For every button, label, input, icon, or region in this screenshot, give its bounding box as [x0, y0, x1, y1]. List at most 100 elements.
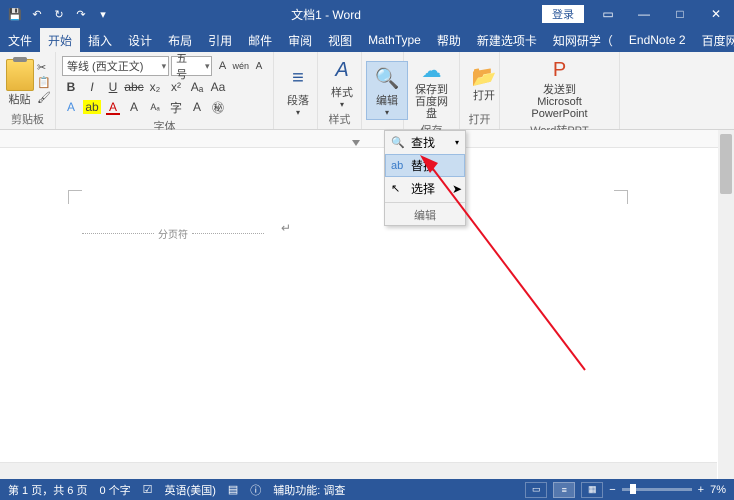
bold-button[interactable]: B	[62, 78, 80, 96]
save-baidu-button[interactable]: ☁ 保存到百度网盘	[408, 54, 455, 122]
menu-group-label: 编辑	[385, 205, 465, 225]
qat-more-icon[interactable]: ▾	[96, 7, 110, 21]
zoom-out-button[interactable]: −	[609, 484, 615, 496]
group-save: ☁ 保存到百度网盘 保存	[404, 52, 460, 129]
maximize-icon[interactable]: □	[662, 0, 698, 28]
italic-button[interactable]: I	[83, 78, 101, 96]
font-color-icon[interactable]: A	[104, 98, 122, 116]
status-proofing-icon[interactable]: ☑	[143, 483, 153, 496]
tab-review[interactable]: 审阅	[280, 28, 320, 52]
minimize-icon[interactable]: —	[626, 0, 662, 28]
tab-mathtype[interactable]: MathType	[360, 28, 429, 52]
cursor-pointer-icon: ➤	[452, 182, 462, 196]
copy-icon[interactable]: 📋	[37, 76, 51, 89]
highlight-icon[interactable]: ab	[83, 98, 101, 116]
window-title: 文档1 - Word	[110, 6, 542, 23]
editing-dropdown: 🔍 查找 ▾ ab 替换 ↖ 选择 ➤ 编辑	[384, 130, 466, 226]
scroll-thumb[interactable]	[720, 134, 732, 194]
zoom-slider[interactable]	[622, 488, 692, 491]
styles-button[interactable]: A 样式 ▾	[322, 54, 362, 111]
tab-file[interactable]: 文件	[0, 28, 40, 52]
status-a11y[interactable]: 辅助功能: 调查	[273, 482, 345, 498]
cut-icon[interactable]: ✂	[37, 61, 51, 74]
tab-help[interactable]: 帮助	[429, 28, 469, 52]
enclose-char-icon[interactable]: 字	[167, 98, 185, 116]
chevron-down-icon: ▾	[455, 138, 459, 147]
tab-view[interactable]: 视图	[320, 28, 360, 52]
view-web-button[interactable]: ▦	[581, 482, 603, 498]
tab-insert[interactable]: 插入	[80, 28, 120, 52]
cursor-icon: ↖	[391, 182, 405, 195]
paste-button[interactable]: 粘贴	[4, 59, 35, 107]
grow-font-icon[interactable]: A	[214, 56, 230, 76]
ribbon-options-icon[interactable]: ▭	[590, 0, 626, 28]
underline-button[interactable]: U	[104, 78, 122, 96]
powerpoint-icon: P	[546, 56, 574, 84]
menu-replace-label: 替换	[411, 157, 435, 174]
zoom-in-button[interactable]: +	[698, 484, 704, 496]
horizontal-scrollbar[interactable]	[0, 462, 717, 479]
status-macro-icon[interactable]: ▤	[228, 483, 238, 496]
open-group-label: 打开	[464, 111, 495, 129]
titlebar: 💾 ↶ ↻ ↷ ▾ 文档1 - Word 登录 ▭ — □ ✕	[0, 0, 734, 28]
circled-char-icon[interactable]: ㊙	[209, 98, 227, 116]
page[interactable]: 分页符 ↵	[68, 148, 608, 479]
view-read-button[interactable]: ▭	[525, 482, 547, 498]
login-button[interactable]: 登录	[542, 5, 584, 23]
change-case-icon[interactable]: Aa	[209, 78, 227, 96]
tab-home[interactable]: 开始	[40, 28, 80, 52]
tab-layout[interactable]: 布局	[160, 28, 200, 52]
document-area[interactable]: 分页符 ↵	[0, 130, 734, 479]
status-lang[interactable]: 英语(美国)	[165, 482, 216, 498]
subscript-button[interactable]: x₂	[146, 78, 164, 96]
shrink-font-icon[interactable]: A	[251, 56, 267, 76]
menu-replace[interactable]: ab 替换	[385, 154, 465, 177]
menu-find[interactable]: 🔍 查找 ▾	[385, 131, 465, 154]
ruler[interactable]	[0, 130, 734, 148]
status-page[interactable]: 第 1 页，共 6 页	[8, 482, 87, 498]
cloud-icon: ☁	[418, 56, 446, 84]
editing-label: 编辑	[376, 92, 398, 108]
undo-icon[interactable]: ↶	[30, 7, 44, 21]
tab-mailings[interactable]: 邮件	[240, 28, 280, 52]
tab-references[interactable]: 引用	[200, 28, 240, 52]
zoom-thumb[interactable]	[630, 484, 636, 494]
paragraph-icon: ≡	[284, 64, 312, 92]
find-icon: 🔍	[373, 64, 401, 92]
char-scaling-icon[interactable]: A	[188, 98, 206, 116]
open-button[interactable]: 📂 打开	[464, 60, 504, 104]
menu-select-label: 选择	[411, 180, 435, 197]
autosave-icon[interactable]: 💾	[8, 7, 22, 21]
send-ppt-button[interactable]: P 发送到 Microsoft PowerPoint	[504, 54, 615, 122]
editing-button[interactable]: 🔍 编辑 ▾	[366, 61, 408, 120]
font-size-combo[interactable]: 五号	[171, 56, 212, 76]
text-effects-icon[interactable]: A	[62, 98, 80, 116]
group-open: 📂 打开 打开	[460, 52, 500, 129]
status-words[interactable]: 0 个字	[99, 482, 130, 498]
close-icon[interactable]: ✕	[698, 0, 734, 28]
char-border-icon[interactable]: Aₐ	[146, 98, 164, 116]
page-break-marker: 分页符	[78, 226, 268, 241]
view-print-button[interactable]: ≡	[553, 482, 575, 498]
vertical-scrollbar[interactable]	[718, 130, 734, 479]
tab-endnote[interactable]: EndNote 2	[621, 28, 694, 52]
redo-icon[interactable]: ↷	[74, 7, 88, 21]
zoom-level[interactable]: 7%	[710, 484, 726, 496]
group-styles: A 样式 ▾ 样式	[318, 52, 362, 129]
tab-baidu[interactable]: 百度网盘	[694, 28, 734, 52]
styles-icon: A	[328, 56, 356, 84]
strike-button[interactable]: abc	[125, 78, 143, 96]
tab-custom[interactable]: 新建选项卡	[469, 28, 545, 52]
paragraph-button[interactable]: ≡ 段落 ▾	[278, 62, 318, 119]
format-painter-icon[interactable]: 🖌	[37, 91, 51, 104]
char-shading-icon[interactable]: A	[125, 98, 143, 116]
tab-design[interactable]: 设计	[120, 28, 160, 52]
tab-cnki[interactable]: 知网研学（	[545, 28, 621, 52]
tab-stop-icon[interactable]	[352, 140, 360, 146]
font-name-combo[interactable]: 等线 (西文正文)	[62, 56, 169, 76]
repeat-icon[interactable]: ↻	[52, 7, 66, 21]
phonetic-icon[interactable]: wén	[232, 56, 249, 76]
paragraph-label: 段落	[287, 92, 309, 108]
menu-select[interactable]: ↖ 选择 ➤	[385, 177, 465, 200]
styles-group-label: 样式	[322, 111, 357, 129]
